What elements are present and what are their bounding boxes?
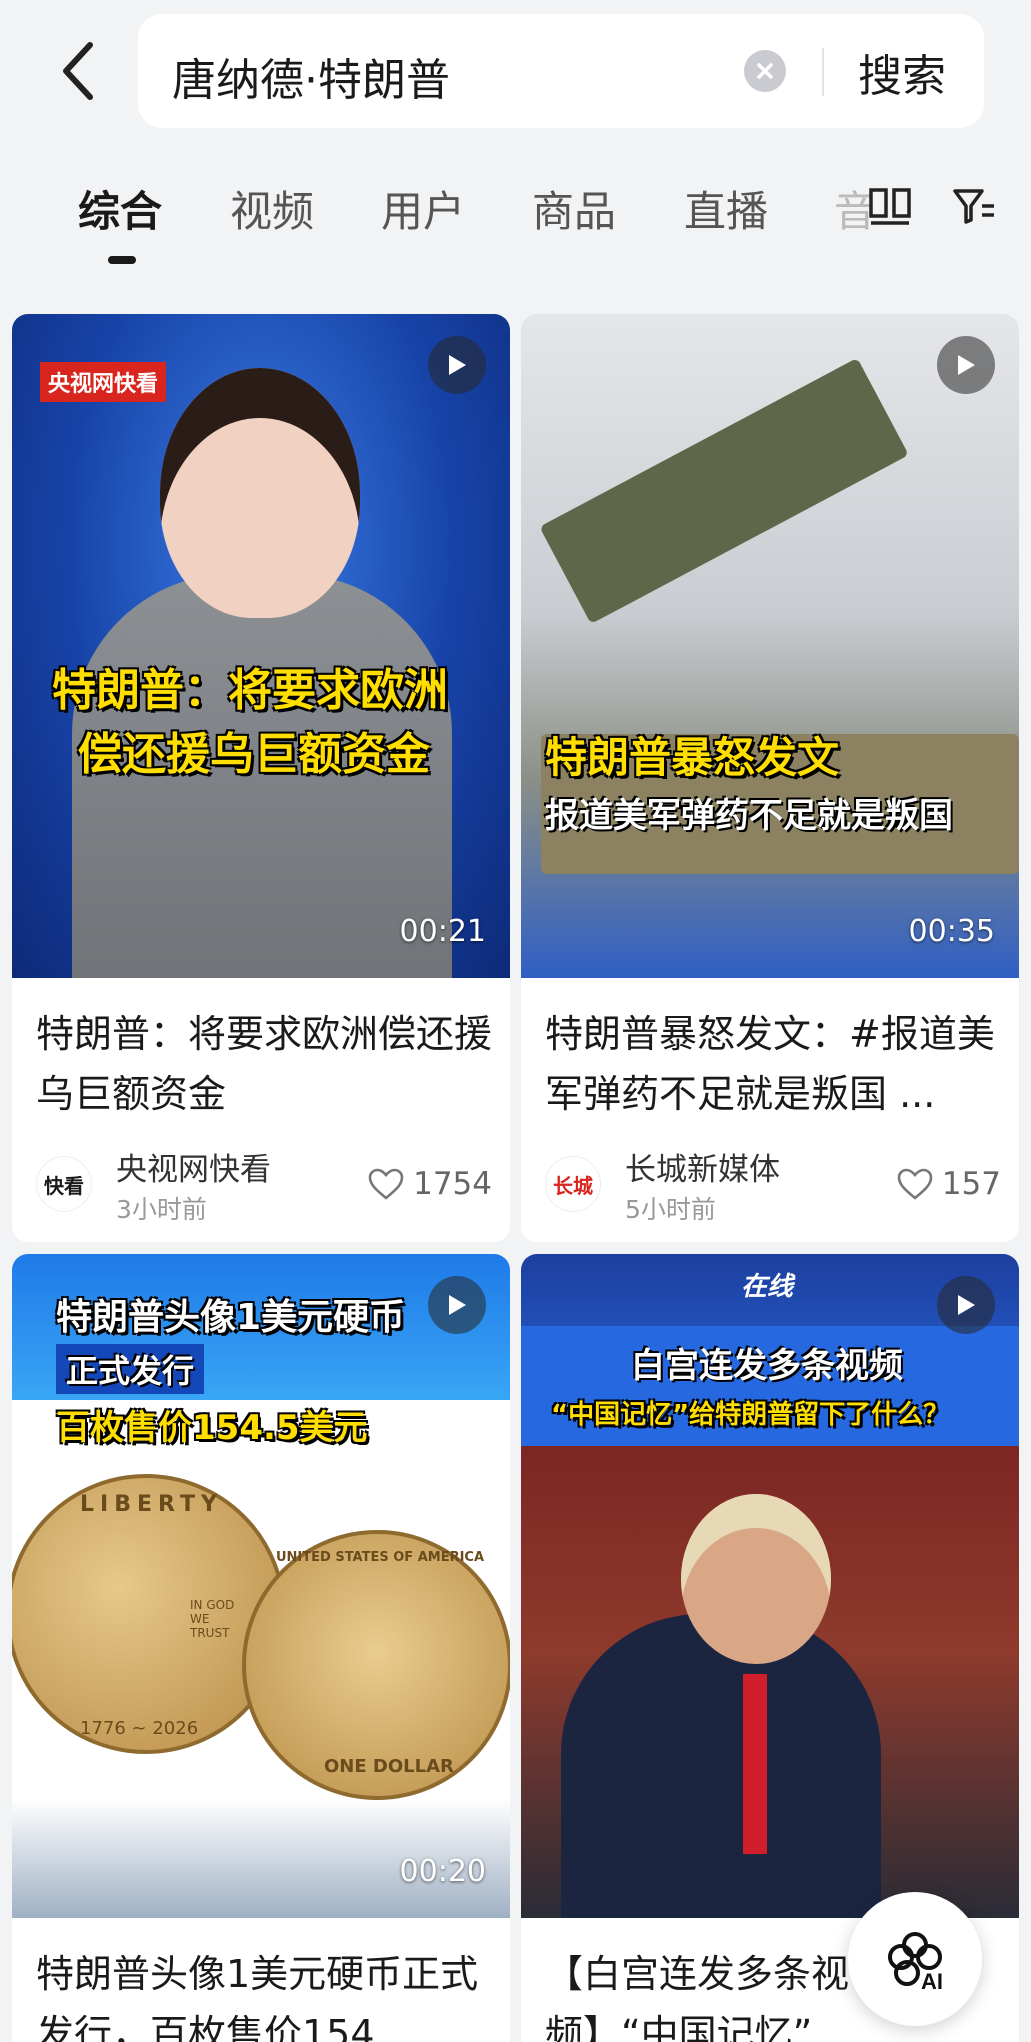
video-title[interactable]: 【白宫连发多条视频】“中国记忆”给特朗普留... bbox=[545, 1944, 865, 2042]
coin-front-image: LIBERTY IN GOD WE TRUST 1776 ~ 2026 bbox=[12, 1474, 286, 1754]
play-icon bbox=[937, 336, 995, 394]
card-meta: 快看 央视网快看 3小时前 1754 bbox=[36, 1140, 492, 1224]
thumbnail-caption-line: 百枚售价154.5美元 bbox=[56, 1408, 368, 1448]
like-button[interactable]: 157 bbox=[896, 1166, 1001, 1202]
tab-live[interactable]: 直播 bbox=[684, 178, 768, 239]
active-tab-indicator bbox=[108, 256, 136, 264]
video-card[interactable]: 特朗普头像1美元硬币 正式发行 百枚售价154.5美元 LIBERTY IN G… bbox=[12, 1254, 510, 2042]
video-title[interactable]: 特朗普暴怒发文：#报道美军弹药不足就是叛国 ... bbox=[545, 1004, 1001, 1124]
clear-icon[interactable] bbox=[744, 50, 786, 92]
tab-product[interactable]: 商品 bbox=[532, 178, 616, 239]
video-thumbnail[interactable]: 特朗普头像1美元硬币 正式发行 百枚售价154.5美元 LIBERTY IN G… bbox=[12, 1254, 510, 1918]
tab-video[interactable]: 视频 bbox=[230, 178, 314, 239]
divider bbox=[822, 48, 824, 96]
like-count: 157 bbox=[941, 1166, 1001, 1202]
thumbnail-caption-line: 白宫连发多条视频 bbox=[631, 1346, 903, 1386]
author-name[interactable]: 央视网快看 bbox=[116, 1144, 271, 1189]
heart-icon bbox=[897, 1168, 933, 1200]
coin-back-image: UNITED STATES OF AMERICA ONE DOLLAR bbox=[242, 1530, 510, 1800]
thumbnail-caption-line: 特朗普暴怒发文 bbox=[545, 733, 840, 782]
avatar[interactable]: 快看 bbox=[36, 1156, 92, 1212]
post-time: 3小时前 bbox=[116, 1195, 207, 1224]
ai-assistant-button[interactable]: AI bbox=[848, 1892, 982, 2026]
post-time: 5小时前 bbox=[625, 1195, 716, 1224]
channel-logo: 央视网快看 bbox=[40, 362, 167, 402]
filter-icon[interactable] bbox=[952, 184, 996, 228]
search-button[interactable]: 搜索 bbox=[858, 40, 946, 104]
thumbnail-caption-line: 偿还援乌巨额资金 bbox=[78, 729, 430, 780]
thumbnail-caption-line: 特朗普头像1美元硬币 bbox=[56, 1297, 406, 1338]
play-icon bbox=[428, 1276, 486, 1334]
video-duration: 00:35 bbox=[908, 914, 995, 949]
video-title[interactable]: 特朗普：将要求欧洲偿还援乌巨额资金 bbox=[36, 1004, 492, 1124]
dual-column-icon[interactable] bbox=[868, 184, 912, 228]
thumbnail-caption-line: 报道美军弹药不足就是叛国 bbox=[545, 796, 953, 836]
video-duration: 00:21 bbox=[399, 914, 486, 949]
person-image bbox=[561, 1614, 881, 1918]
avatar[interactable]: 长城 bbox=[545, 1156, 601, 1212]
caption-badge: 正式发行 bbox=[56, 1344, 205, 1394]
channel-logo: 在线 bbox=[741, 1272, 794, 1302]
search-query: 唐纳德·特朗普 bbox=[172, 55, 450, 106]
red-tie bbox=[743, 1674, 767, 1854]
tab-all[interactable]: 综合 bbox=[78, 178, 162, 239]
search-header: 唐纳德·特朗普 搜索 bbox=[0, 0, 1031, 140]
card-meta: 长城 长城新媒体 5小时前 157 bbox=[545, 1140, 1001, 1224]
heart-icon bbox=[368, 1168, 404, 1200]
play-icon bbox=[428, 336, 486, 394]
search-input[interactable]: 唐纳德·特朗普 搜索 bbox=[138, 14, 984, 128]
news-anchor-head bbox=[160, 368, 360, 618]
video-thumbnail[interactable]: 在线 白宫连发多条视频 “中国记忆”给特朗普留下了什么？ bbox=[521, 1254, 1019, 1918]
tab-user[interactable]: 用户 bbox=[381, 178, 465, 239]
back-button[interactable] bbox=[48, 36, 108, 106]
thumbnail-caption-line: “中国记忆”给特朗普留下了什么？ bbox=[551, 1400, 950, 1430]
video-title[interactable]: 特朗普头像1美元硬币正式发行，百枚售价154... bbox=[36, 1944, 492, 2042]
chevron-left-icon bbox=[63, 42, 93, 100]
video-thumbnail[interactable]: 特朗普暴怒发文 报道美军弹药不足就是叛国 00:35 bbox=[521, 314, 1019, 978]
thumbnail-caption-line: 特朗普：将要求欧洲 bbox=[52, 665, 448, 716]
video-thumbnail[interactable]: 央视网快看 特朗普：将要求欧洲 偿还援乌巨额资金 00:21 bbox=[12, 314, 510, 978]
like-button[interactable]: 1754 bbox=[367, 1166, 492, 1202]
video-duration: 00:20 bbox=[399, 1854, 486, 1889]
ai-flower-icon: AI bbox=[888, 1932, 943, 1994]
svg-text:AI: AI bbox=[921, 1969, 943, 1994]
tab-music-partial[interactable]: 音 bbox=[830, 170, 870, 240]
like-count: 1754 bbox=[413, 1166, 492, 1202]
person-head bbox=[681, 1494, 831, 1664]
author-name[interactable]: 长城新媒体 bbox=[625, 1144, 780, 1189]
video-card[interactable]: 特朗普暴怒发文 报道美军弹药不足就是叛国 00:35 特朗普暴怒发文：#报道美军… bbox=[521, 314, 1019, 1242]
filter-tabs: 综合 视频 用户 商品 直播 音 bbox=[0, 160, 1031, 270]
missile-launcher-image bbox=[539, 357, 909, 624]
video-card[interactable]: 央视网快看 特朗普：将要求欧洲 偿还援乌巨额资金 00:21 特朗普：将要求欧洲… bbox=[12, 314, 510, 1242]
play-icon bbox=[937, 1276, 995, 1334]
